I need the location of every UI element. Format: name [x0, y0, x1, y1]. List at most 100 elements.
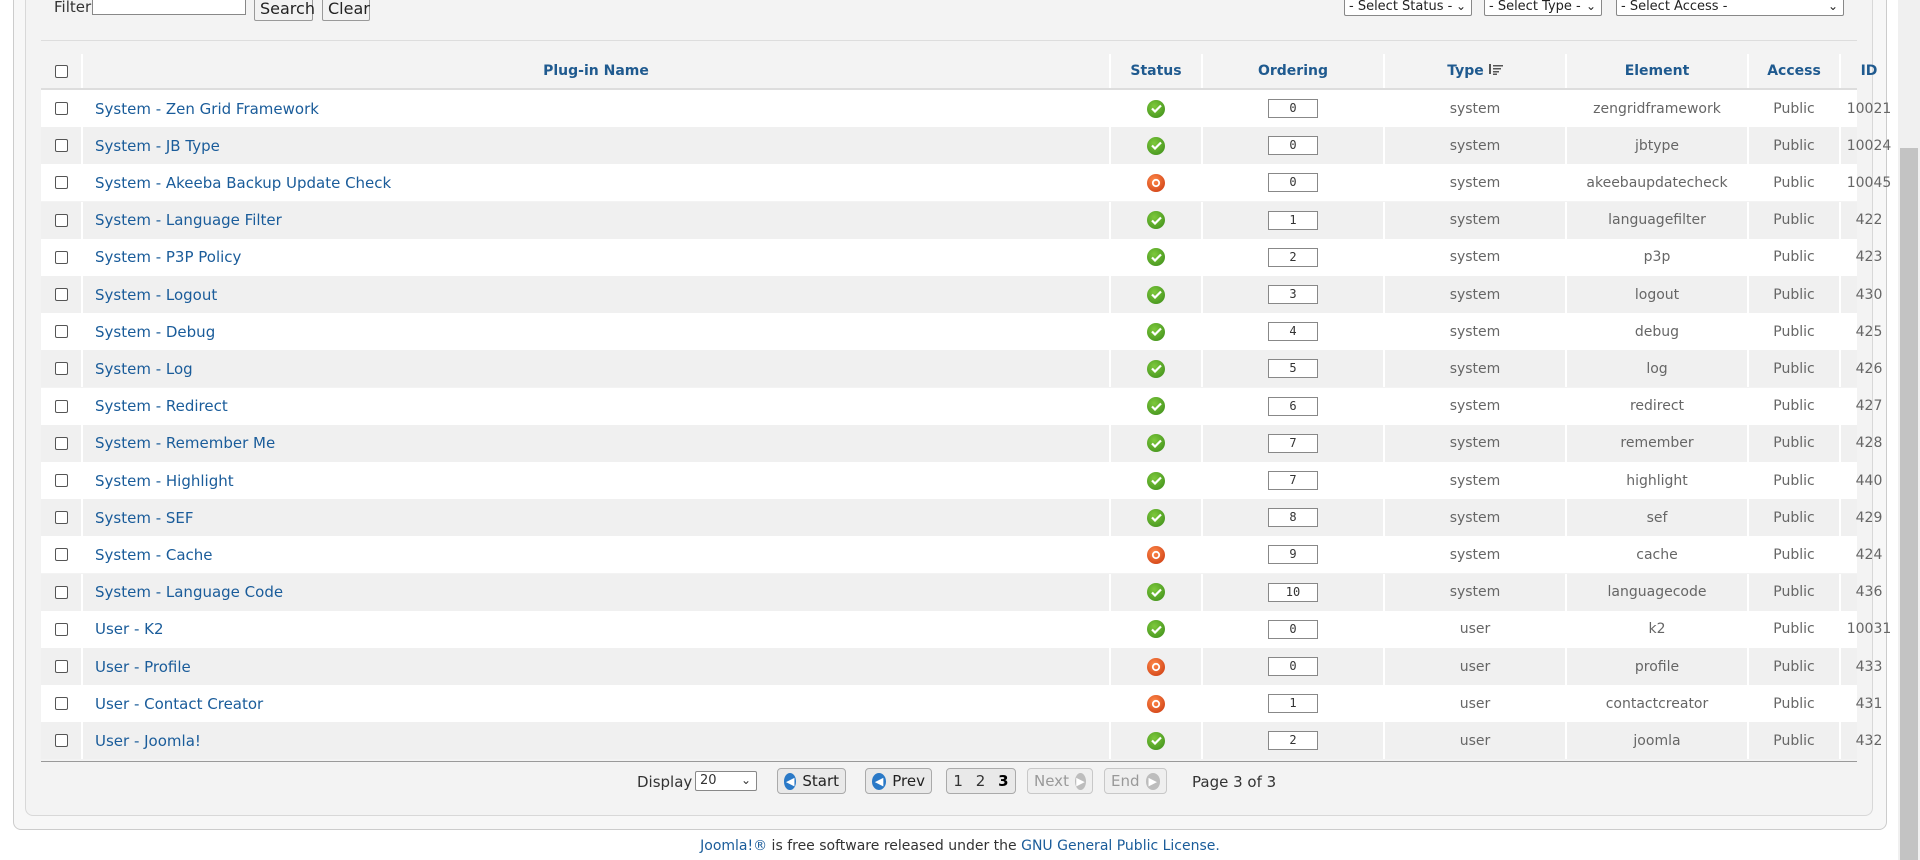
license-link[interactable]: GNU General Public License.: [1021, 838, 1220, 854]
row-checkbox[interactable]: [54, 734, 68, 748]
col-header-type[interactable]: Type: [1385, 54, 1567, 88]
enabled-check-icon[interactable]: [1147, 434, 1165, 453]
plugin-name-link[interactable]: System - Highlight: [95, 472, 234, 490]
enabled-check-icon[interactable]: [1147, 508, 1165, 527]
row-checkbox[interactable]: [54, 139, 68, 153]
col-header-name[interactable]: Plug-in Name: [83, 54, 1111, 88]
row-checkbox[interactable]: [54, 250, 68, 264]
type-select[interactable]: - Select Type - ⌄: [1484, 0, 1602, 16]
element-value: contactcreator: [1605, 695, 1709, 712]
type-value: system: [1449, 360, 1501, 377]
row-checkbox[interactable]: [54, 436, 68, 450]
plugin-name-link[interactable]: System - Language Filter: [95, 211, 282, 229]
ordering-input[interactable]: 4: [1268, 322, 1318, 342]
plugin-name-link[interactable]: User - Profile: [95, 658, 191, 676]
col-header-status[interactable]: Status: [1111, 54, 1203, 88]
plugin-name-link[interactable]: System - Debug: [95, 323, 215, 341]
row-checkbox[interactable]: [54, 548, 68, 562]
col-header-ordering[interactable]: Ordering: [1203, 54, 1385, 88]
row-checkbox[interactable]: [54, 362, 68, 376]
plugin-name-link[interactable]: User - Contact Creator: [95, 695, 263, 713]
row-checkbox[interactable]: [54, 660, 68, 673]
page-link-2[interactable]: 2: [976, 772, 986, 790]
row-checkbox[interactable]: [54, 102, 68, 115]
plugin-name-link[interactable]: System - SEF: [95, 509, 194, 527]
access-select[interactable]: - Select Access - ⌄: [1616, 0, 1844, 16]
plugin-name-link[interactable]: System - Redirect: [95, 397, 228, 415]
col-header-id[interactable]: ID: [1841, 54, 1897, 88]
enabled-check-icon[interactable]: [1147, 248, 1165, 267]
row-checkbox[interactable]: [54, 511, 68, 525]
plugin-name-link[interactable]: System - P3P Policy: [95, 248, 241, 266]
ordering-input[interactable]: 1: [1268, 694, 1318, 714]
display-limit-select[interactable]: 20 ⌄: [695, 771, 757, 791]
joomla-link[interactable]: Joomla!®: [700, 838, 767, 854]
row-checkbox[interactable]: [54, 622, 68, 636]
row-checkbox[interactable]: [54, 213, 68, 227]
ordering-input[interactable]: 7: [1268, 471, 1318, 490]
ordering-input[interactable]: 8: [1268, 508, 1318, 528]
enabled-check-icon[interactable]: [1147, 359, 1165, 378]
start-button[interactable]: ◀ Start: [777, 768, 846, 794]
plugin-name-link[interactable]: System - Log: [95, 360, 193, 378]
row-checkbox[interactable]: [54, 288, 68, 301]
ordering-input[interactable]: 5: [1268, 359, 1318, 379]
enabled-check-icon[interactable]: [1147, 731, 1165, 750]
ordering-input[interactable]: 1: [1268, 210, 1318, 230]
plugin-name-link[interactable]: System - Language Code: [95, 583, 283, 601]
row-checkbox[interactable]: [54, 399, 68, 413]
chevron-down-icon: ⌄: [1827, 0, 1838, 13]
plugin-name-link[interactable]: System - Akeeba Backup Update Check: [95, 174, 391, 192]
plugin-name-link[interactable]: User - K2: [95, 620, 164, 638]
row-checkbox[interactable]: [54, 585, 68, 599]
disabled-status-icon[interactable]: [1147, 657, 1165, 676]
prev-button[interactable]: ◀ Prev: [865, 768, 932, 794]
ordering-input[interactable]: 6: [1268, 396, 1318, 416]
col-header-access[interactable]: Access: [1749, 54, 1841, 88]
disabled-status-icon[interactable]: [1147, 173, 1165, 192]
ordering-input[interactable]: 7: [1268, 433, 1318, 453]
row-checkbox[interactable]: [54, 697, 68, 711]
select-all-checkbox[interactable]: [54, 64, 68, 78]
scrollbar-thumb[interactable]: [1900, 148, 1918, 860]
plugin-name-link[interactable]: System - Remember Me: [95, 434, 275, 452]
enabled-check-icon[interactable]: [1147, 322, 1165, 341]
page-link-1[interactable]: 1: [953, 772, 963, 790]
id-value: 427: [1855, 398, 1883, 415]
ordering-input[interactable]: 0: [1268, 136, 1318, 156]
clear-button[interactable]: Clear: [322, 0, 370, 21]
status-select[interactable]: - Select Status - ⌄: [1344, 0, 1472, 16]
ordering-input[interactable]: 0: [1268, 173, 1318, 193]
enabled-check-icon[interactable]: [1147, 583, 1165, 602]
ordering-input[interactable]: 0: [1268, 619, 1318, 639]
ordering-input[interactable]: 9: [1268, 545, 1318, 565]
col-header-element[interactable]: Element: [1567, 54, 1749, 88]
ordering-input[interactable]: 2: [1268, 731, 1318, 751]
disabled-status-icon[interactable]: [1147, 545, 1165, 564]
enabled-check-icon[interactable]: [1147, 211, 1165, 230]
plugin-name-link[interactable]: User - Joomla!: [95, 732, 201, 750]
disabled-status-icon[interactable]: [1147, 694, 1165, 713]
enabled-check-icon[interactable]: [1147, 397, 1165, 416]
ordering-input[interactable]: 2: [1268, 247, 1318, 267]
plugin-name-link[interactable]: System - Logout: [95, 286, 217, 304]
plugin-name-link[interactable]: System - Cache: [95, 546, 213, 564]
ordering-input[interactable]: 0: [1268, 657, 1318, 676]
row-checkbox-cell: [41, 350, 83, 388]
ordering-input[interactable]: 0: [1268, 99, 1318, 118]
plugin-name-link[interactable]: System - JB Type: [95, 137, 220, 155]
row-checkbox[interactable]: [54, 176, 68, 190]
ordering-input[interactable]: 3: [1268, 285, 1318, 304]
element-value: debug: [1634, 323, 1680, 340]
filter-input[interactable]: [92, 0, 246, 15]
row-checkbox[interactable]: [54, 325, 68, 339]
ordering-input[interactable]: 10: [1268, 582, 1318, 602]
enabled-check-icon[interactable]: [1147, 285, 1165, 304]
row-checkbox[interactable]: [54, 474, 68, 487]
enabled-check-icon[interactable]: [1147, 471, 1165, 490]
enabled-check-icon[interactable]: [1147, 99, 1165, 118]
enabled-check-icon[interactable]: [1147, 136, 1165, 155]
search-button[interactable]: Search: [254, 0, 315, 21]
plugin-name-link[interactable]: System - Zen Grid Framework: [95, 100, 319, 118]
enabled-check-icon[interactable]: [1147, 620, 1165, 639]
